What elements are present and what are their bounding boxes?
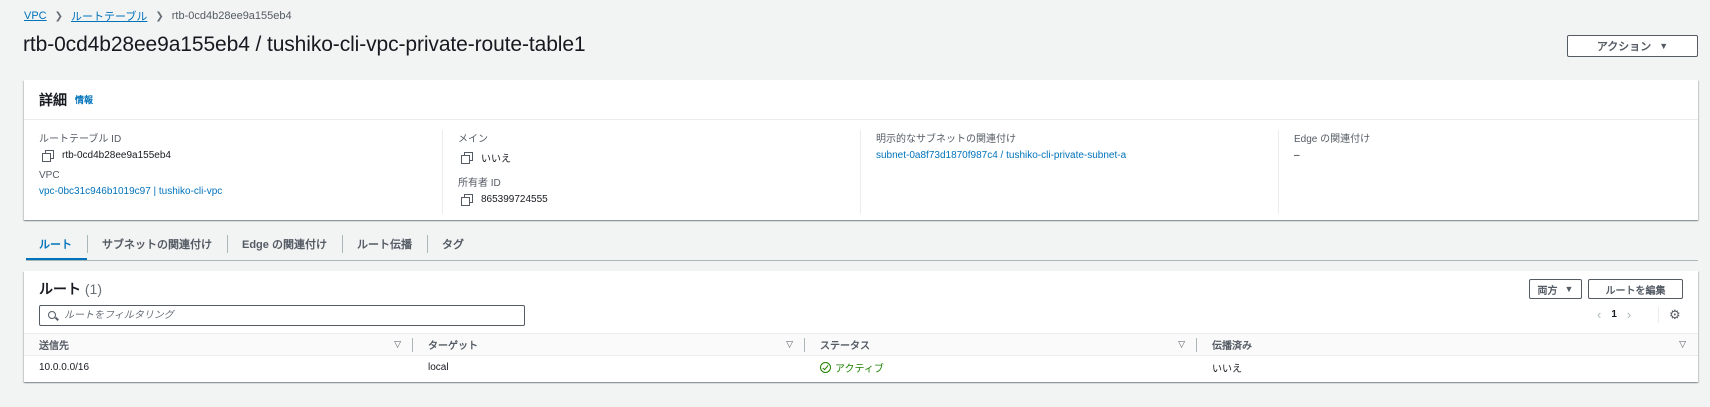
owner-id-value: 865399724555 [481,194,548,205]
route-table-id-label: ルートテーブル ID [39,134,122,145]
subnet-association-field: 明示的なサブネットの関連付け subnet-0a8f73d1870f987c4 … [876,130,1263,161]
details-column-3: 明示的なサブネットの関連付け subnet-0a8f73d1870f987c4 … [860,130,1278,214]
route-filter [39,305,525,326]
actions-button-label: アクション [1596,41,1652,53]
chevron-right-icon[interactable]: › [1627,307,1631,322]
tab-edge-associations[interactable]: Edge の関連付け [227,232,342,260]
edit-routes-button[interactable]: ルートを編集 [1588,279,1683,299]
owner-id-field: 所有者 ID 865399724555 [458,174,845,206]
vpc-label: VPC [39,170,60,181]
status-indicator: アクティブ [820,360,1182,375]
details-panel: 詳細 情報 ルートテーブル ID rtb-0cd4b28ee9a155eb4 V… [24,80,1698,220]
edge-association-value: – [1294,150,1300,161]
info-link[interactable]: 情報 [75,93,93,106]
column-header-destination[interactable]: 送信先 ▽ [24,334,413,356]
column-header-status[interactable]: ステータス ▽ [805,334,1197,356]
main-label: メイン [458,134,488,145]
column-header-label: ターゲット [428,341,478,352]
routes-table: 送信先 ▽ ターゲット ▽ ステータス ▽ 伝播済み ▽ 10.0.0.0/16… [24,333,1698,379]
cell-status: アクティブ [805,356,1197,379]
both-dropdown-button[interactable]: 両方 ▼ [1529,279,1582,299]
breadcrumb-current: rtb-0cd4b28ee9a155eb4 [171,10,292,22]
tab-tags[interactable]: タグ [426,232,479,260]
owner-id-label: 所有者 ID [458,178,501,189]
details-body: ルートテーブル ID rtb-0cd4b28ee9a155eb4 VPC vpc… [24,120,1698,214]
route-table-id-value-row: rtb-0cd4b28ee9a155eb4 [39,150,427,162]
route-table-id-value: rtb-0cd4b28ee9a155eb4 [62,150,171,161]
cell-destination: 10.0.0.0/16 [39,361,90,373]
breadcrumb-route-tables-link[interactable]: ルートテーブル [71,8,147,24]
pagination-divider [1658,307,1659,323]
sort-icon[interactable]: ▽ [786,339,793,350]
vpc-value-row: vpc-0bc31c946b1019c97 | tushiko-cli-vpc [39,186,427,197]
sort-icon[interactable]: ▽ [394,339,401,350]
details-column-4: Edge の関連付け – [1278,130,1696,214]
sort-icon[interactable]: ▽ [1178,339,1185,350]
breadcrumb-separator-icon: ❯ [155,10,164,22]
column-header-propagated[interactable]: 伝播済み ▽ [1197,334,1698,356]
edge-association-value-row: – [1294,150,1681,161]
page-number[interactable]: 1 [1611,309,1617,320]
breadcrumb-separator-icon: ❯ [54,10,64,22]
copy-icon[interactable] [461,194,473,206]
gear-icon[interactable]: ⚙ [1669,307,1681,323]
status-ok-icon [820,361,831,373]
subnet-association-link[interactable]: subnet-0a8f73d1870f987c4 / tushiko-cli-p… [876,150,1126,161]
main-field: メイン いいえ [458,130,845,165]
tab-route-propagation[interactable]: ルート伝播 [341,232,427,260]
chevron-left-icon[interactable]: ‹ [1597,307,1601,322]
route-filter-input[interactable] [64,310,504,321]
route-table-id-field: ルートテーブル ID rtb-0cd4b28ee9a155eb4 [39,130,427,162]
tab-routes[interactable]: ルート [26,232,87,260]
column-header-target[interactable]: ターゲット ▽ [413,334,805,356]
vpc-field: VPC vpc-0bc31c946b1019c97 | tushiko-cli-… [39,170,427,197]
cell-propagated: いいえ [1212,363,1242,375]
tab-subnet-associations[interactable]: サブネットの関連付け [87,232,227,260]
column-header-label: ステータス [820,341,870,352]
cell-target: local [428,361,449,373]
details-column-1: ルートテーブル ID rtb-0cd4b28ee9a155eb4 VPC vpc… [24,130,442,214]
edge-association-label: Edge の関連付け [1294,134,1371,145]
owner-id-value-row: 865399724555 [458,194,845,206]
copy-icon[interactable] [461,152,473,164]
details-header: 詳細 情報 [24,80,1698,120]
routes-title: ルート (1) [39,279,102,299]
subnet-association-value-row: subnet-0a8f73d1870f987c4 / tushiko-cli-p… [876,150,1263,161]
main-value-row: いいえ [458,150,845,165]
routes-panel: ルート (1) 両方 ▼ ルートを編集 ‹ 1 › ⚙ 送信先 ▽ [24,271,1698,382]
both-dropdown-label: 両方 [1537,285,1558,297]
table-header-row: 送信先 ▽ ターゲット ▽ ステータス ▽ 伝播済み ▽ [24,333,1698,356]
details-title: 詳細 [39,91,67,108]
actions-button[interactable]: アクション ▼ [1567,35,1698,57]
copy-icon[interactable] [42,150,54,162]
column-header-label: 伝播済み [1212,341,1252,352]
status-label: アクティブ [835,363,884,375]
breadcrumb-vpc-link[interactable]: VPC [24,10,47,22]
subnet-association-label: 明示的なサブネットの関連付け [876,134,1016,145]
routes-count: (1) [84,281,103,297]
pagination: ‹ 1 › [1597,307,1631,322]
caret-down-icon: ▼ [1659,41,1669,51]
vpc-link[interactable]: vpc-0bc31c946b1019c97 | tushiko-cli-vpc [39,186,222,197]
sort-icon[interactable]: ▽ [1679,339,1686,350]
edge-association-field: Edge の関連付け – [1294,130,1681,161]
routes-title-text: ルート [39,281,81,297]
caret-down-icon: ▼ [1564,284,1574,294]
page-title: rtb-0cd4b28ee9a155eb4 / tushiko-cli-vpc-… [23,33,586,56]
tab-bar: ルート サブネットの関連付け Edge の関連付け ルート伝播 タグ [26,232,1698,261]
table-row: 10.0.0.0/16 local アクティブ いいえ [24,356,1698,379]
search-icon [48,310,58,321]
details-column-2: メイン いいえ 所有者 ID 865399724555 [442,130,860,214]
breadcrumb: VPC ❯ ルートテーブル ❯ rtb-0cd4b28ee9a155eb4 [24,8,292,24]
main-value: いいえ [481,154,511,165]
column-header-label: 送信先 [39,341,69,352]
